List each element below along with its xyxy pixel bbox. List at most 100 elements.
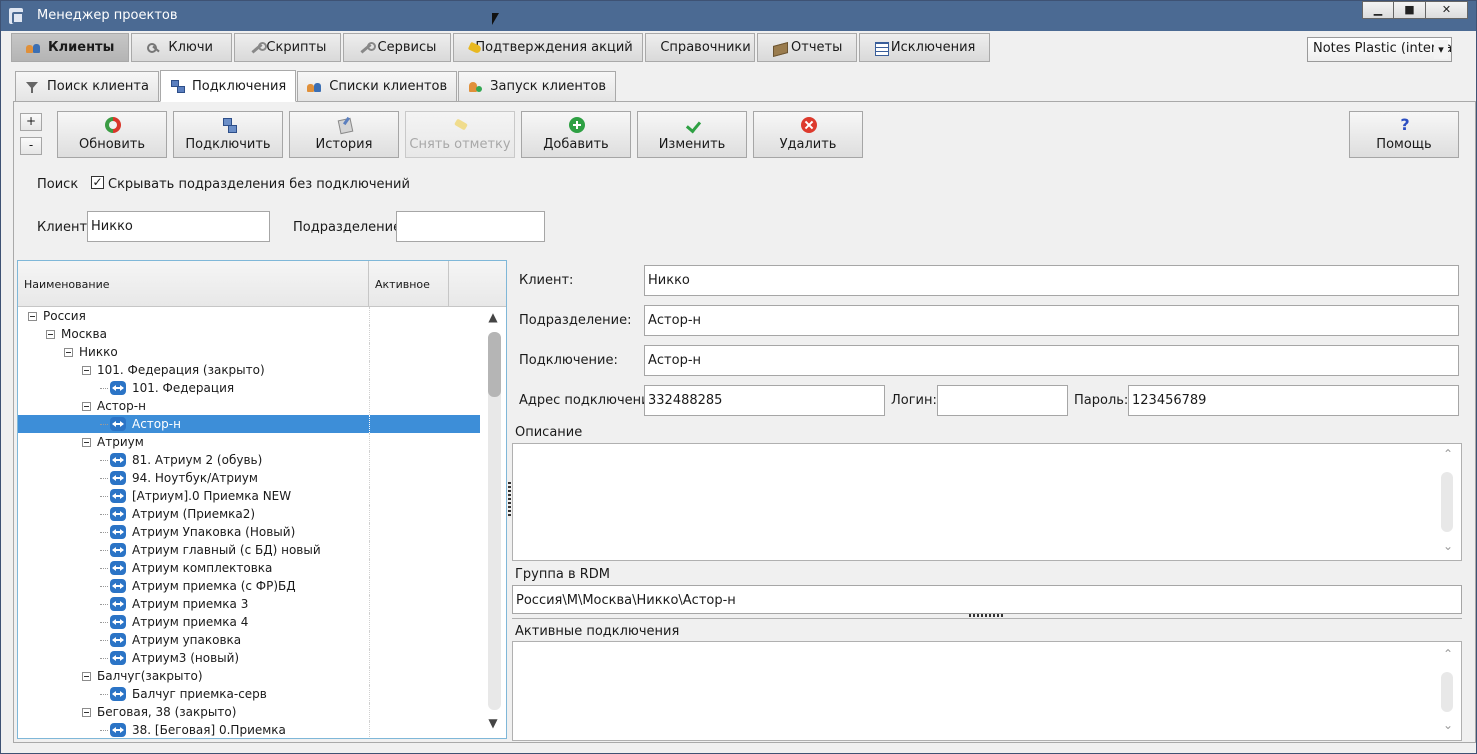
- edit-label: Изменить: [658, 137, 726, 152]
- scroll-up-icon[interactable]: ⌃: [1441, 647, 1455, 661]
- rdm-group-field[interactable]: Россия\М\Москва\Никко\Астор-н: [512, 585, 1462, 614]
- collapse-icon[interactable]: [82, 671, 91, 681]
- column-header-active[interactable]: Активное: [369, 261, 449, 307]
- collapse-icon[interactable]: [82, 707, 91, 717]
- tab-reports[interactable]: Отчеты: [757, 33, 858, 62]
- tab-connections[interactable]: Подключения: [159, 70, 297, 102]
- tree-group-row[interactable]: 101. Федерация (закрыто): [18, 361, 480, 379]
- hide-divisions-checkbox[interactable]: ✓: [91, 176, 104, 189]
- tab-references[interactable]: Справочники: [645, 33, 756, 62]
- detail-connection-label: Подключение:: [519, 353, 618, 368]
- collapse-icon[interactable]: [82, 401, 91, 411]
- tab-clients[interactable]: Клиенты: [11, 33, 130, 62]
- tree-group-row[interactable]: Россия: [18, 307, 480, 325]
- help-button[interactable]: ? Помощь: [1349, 111, 1459, 158]
- scroll-up-icon[interactable]: ▲: [481, 310, 505, 328]
- tab-services[interactable]: Сервисы: [343, 33, 452, 62]
- tab-client-launch[interactable]: Запуск клиентов: [458, 71, 617, 102]
- active-connections-list[interactable]: ⌃ ⌄: [512, 641, 1462, 741]
- tab-exceptions[interactable]: Исключения: [859, 33, 991, 62]
- delete-button[interactable]: Удалить: [753, 111, 863, 158]
- detail-division-label: Подразделение:: [519, 313, 632, 328]
- tree-connection-row[interactable]: Атриум упаковка: [18, 631, 480, 649]
- maximize-button[interactable]: ■: [1394, 1, 1426, 19]
- division-filter-input[interactable]: [396, 211, 545, 242]
- tree-connection-row[interactable]: Балчуг приемка-серв: [18, 685, 480, 703]
- tree-connection-row[interactable]: 38. [Беговая] 0.Приемка: [18, 721, 480, 738]
- collapse-icon[interactable]: [46, 329, 55, 339]
- tree-connection-row[interactable]: Атриум главный (с БД) новый: [18, 541, 480, 559]
- launch-icon: [468, 80, 483, 94]
- tab-client-lists[interactable]: Списки клиентов: [297, 71, 458, 102]
- tree-line: [100, 459, 108, 461]
- edit-button[interactable]: Изменить: [637, 111, 747, 158]
- tab-keys[interactable]: Ключи: [131, 33, 233, 62]
- tree-connection-row[interactable]: Астор-н: [18, 415, 480, 433]
- tree-connection-row[interactable]: Атриум приемка 3: [18, 595, 480, 613]
- close-button[interactable]: ✕: [1426, 1, 1468, 19]
- tree-group-row[interactable]: Беговая, 38 (закрыто): [18, 703, 480, 721]
- description-textarea[interactable]: ⌃ ⌄: [512, 443, 1462, 561]
- tree-connection-row[interactable]: Атриум Упаковка (Новый): [18, 523, 480, 541]
- scroll-track[interactable]: [1441, 672, 1453, 712]
- expand-all-button[interactable]: +: [20, 113, 42, 131]
- tree-group-row[interactable]: Балчуг(закрыто): [18, 667, 480, 685]
- scroll-down-icon[interactable]: ⌄: [1441, 718, 1455, 732]
- collapse-icon[interactable]: [82, 365, 91, 375]
- tree-group-row[interactable]: Астор-н: [18, 397, 480, 415]
- detail-division-field[interactable]: Астор-н: [644, 305, 1459, 336]
- collapse-all-button[interactable]: -: [20, 137, 42, 155]
- scroll-thumb[interactable]: [488, 332, 501, 397]
- arrow-right-icon: [120, 475, 124, 481]
- tree-group-row[interactable]: Никко: [18, 343, 480, 361]
- active-cell: [369, 325, 370, 343]
- vertical-splitter[interactable]: [508, 480, 511, 516]
- scroll-down-icon[interactable]: ⌄: [1441, 539, 1455, 553]
- tree-connection-row[interactable]: 94. Ноутбук/Атриум: [18, 469, 480, 487]
- collapse-icon[interactable]: [28, 311, 37, 321]
- tree-cell: Атриум (Приемка2): [100, 507, 255, 521]
- collapse-icon[interactable]: [64, 347, 73, 357]
- detail-login-field[interactable]: [937, 385, 1068, 416]
- tree-connection-row[interactable]: Атриум приемка 4: [18, 613, 480, 631]
- tab-promo-confirmations[interactable]: Подтверждения акций: [453, 33, 644, 62]
- detail-connection-field[interactable]: Астор-н: [644, 345, 1459, 376]
- tree-scrollbar[interactable]: ▲ ▼: [481, 307, 505, 738]
- tree-cell: Россия: [28, 309, 86, 323]
- detail-password-field[interactable]: 123456789: [1128, 385, 1459, 416]
- tree-group-row[interactable]: Москва: [18, 325, 480, 343]
- tab-scripts[interactable]: Скрипты: [234, 33, 342, 62]
- detail-client-field[interactable]: Никко: [644, 265, 1459, 296]
- scroll-up-icon[interactable]: ⌃: [1441, 447, 1455, 461]
- scroll-track[interactable]: [1441, 472, 1453, 532]
- unmark-button[interactable]: Снять отметку: [405, 111, 515, 158]
- tree-connection-row[interactable]: [Атриум].0 Приемка NEW: [18, 487, 480, 505]
- scroll-down-icon[interactable]: ▼: [481, 716, 505, 734]
- tree-connection-row[interactable]: Атриум3 (новый): [18, 649, 480, 667]
- connect-button[interactable]: Подключить: [173, 111, 283, 158]
- tree-connection-row[interactable]: 81. Атриум 2 (обувь): [18, 451, 480, 469]
- refresh-button[interactable]: Обновить: [57, 111, 167, 158]
- collapse-icon[interactable]: [82, 437, 91, 447]
- tree-connection-row[interactable]: Атриум приемка (с ФР)БД: [18, 577, 480, 595]
- tree-group-row[interactable]: Атриум: [18, 433, 480, 451]
- detail-address-label: Адрес подключения: [519, 393, 658, 408]
- tree-item-label: Москва: [61, 327, 107, 341]
- detail-address-field[interactable]: 332488285: [644, 385, 885, 416]
- minimize-button[interactable]: ▁: [1362, 1, 1394, 19]
- tree-connection-row[interactable]: Атриум (Приемка2): [18, 505, 480, 523]
- horizontal-splitter[interactable]: [969, 614, 1005, 617]
- tab-label: Поиск клиента: [47, 79, 149, 94]
- window-controls: ▁ ■ ✕: [1362, 1, 1468, 19]
- add-button[interactable]: Добавить: [521, 111, 631, 158]
- tree-connection-row[interactable]: Атриум комплектовка: [18, 559, 480, 577]
- history-button[interactable]: История: [289, 111, 399, 158]
- column-header-name[interactable]: Наименование: [18, 261, 369, 307]
- client-filter-input[interactable]: Никко: [87, 211, 270, 242]
- active-cell: [369, 703, 370, 721]
- active-cell: [369, 307, 370, 325]
- tab-label: Ключи: [168, 40, 213, 55]
- organization-select[interactable]: Notes Plastic (interna ▾: [1307, 37, 1452, 62]
- tree-connection-row[interactable]: 101. Федерация: [18, 379, 480, 397]
- tab-client-search[interactable]: Поиск клиента: [15, 71, 159, 102]
